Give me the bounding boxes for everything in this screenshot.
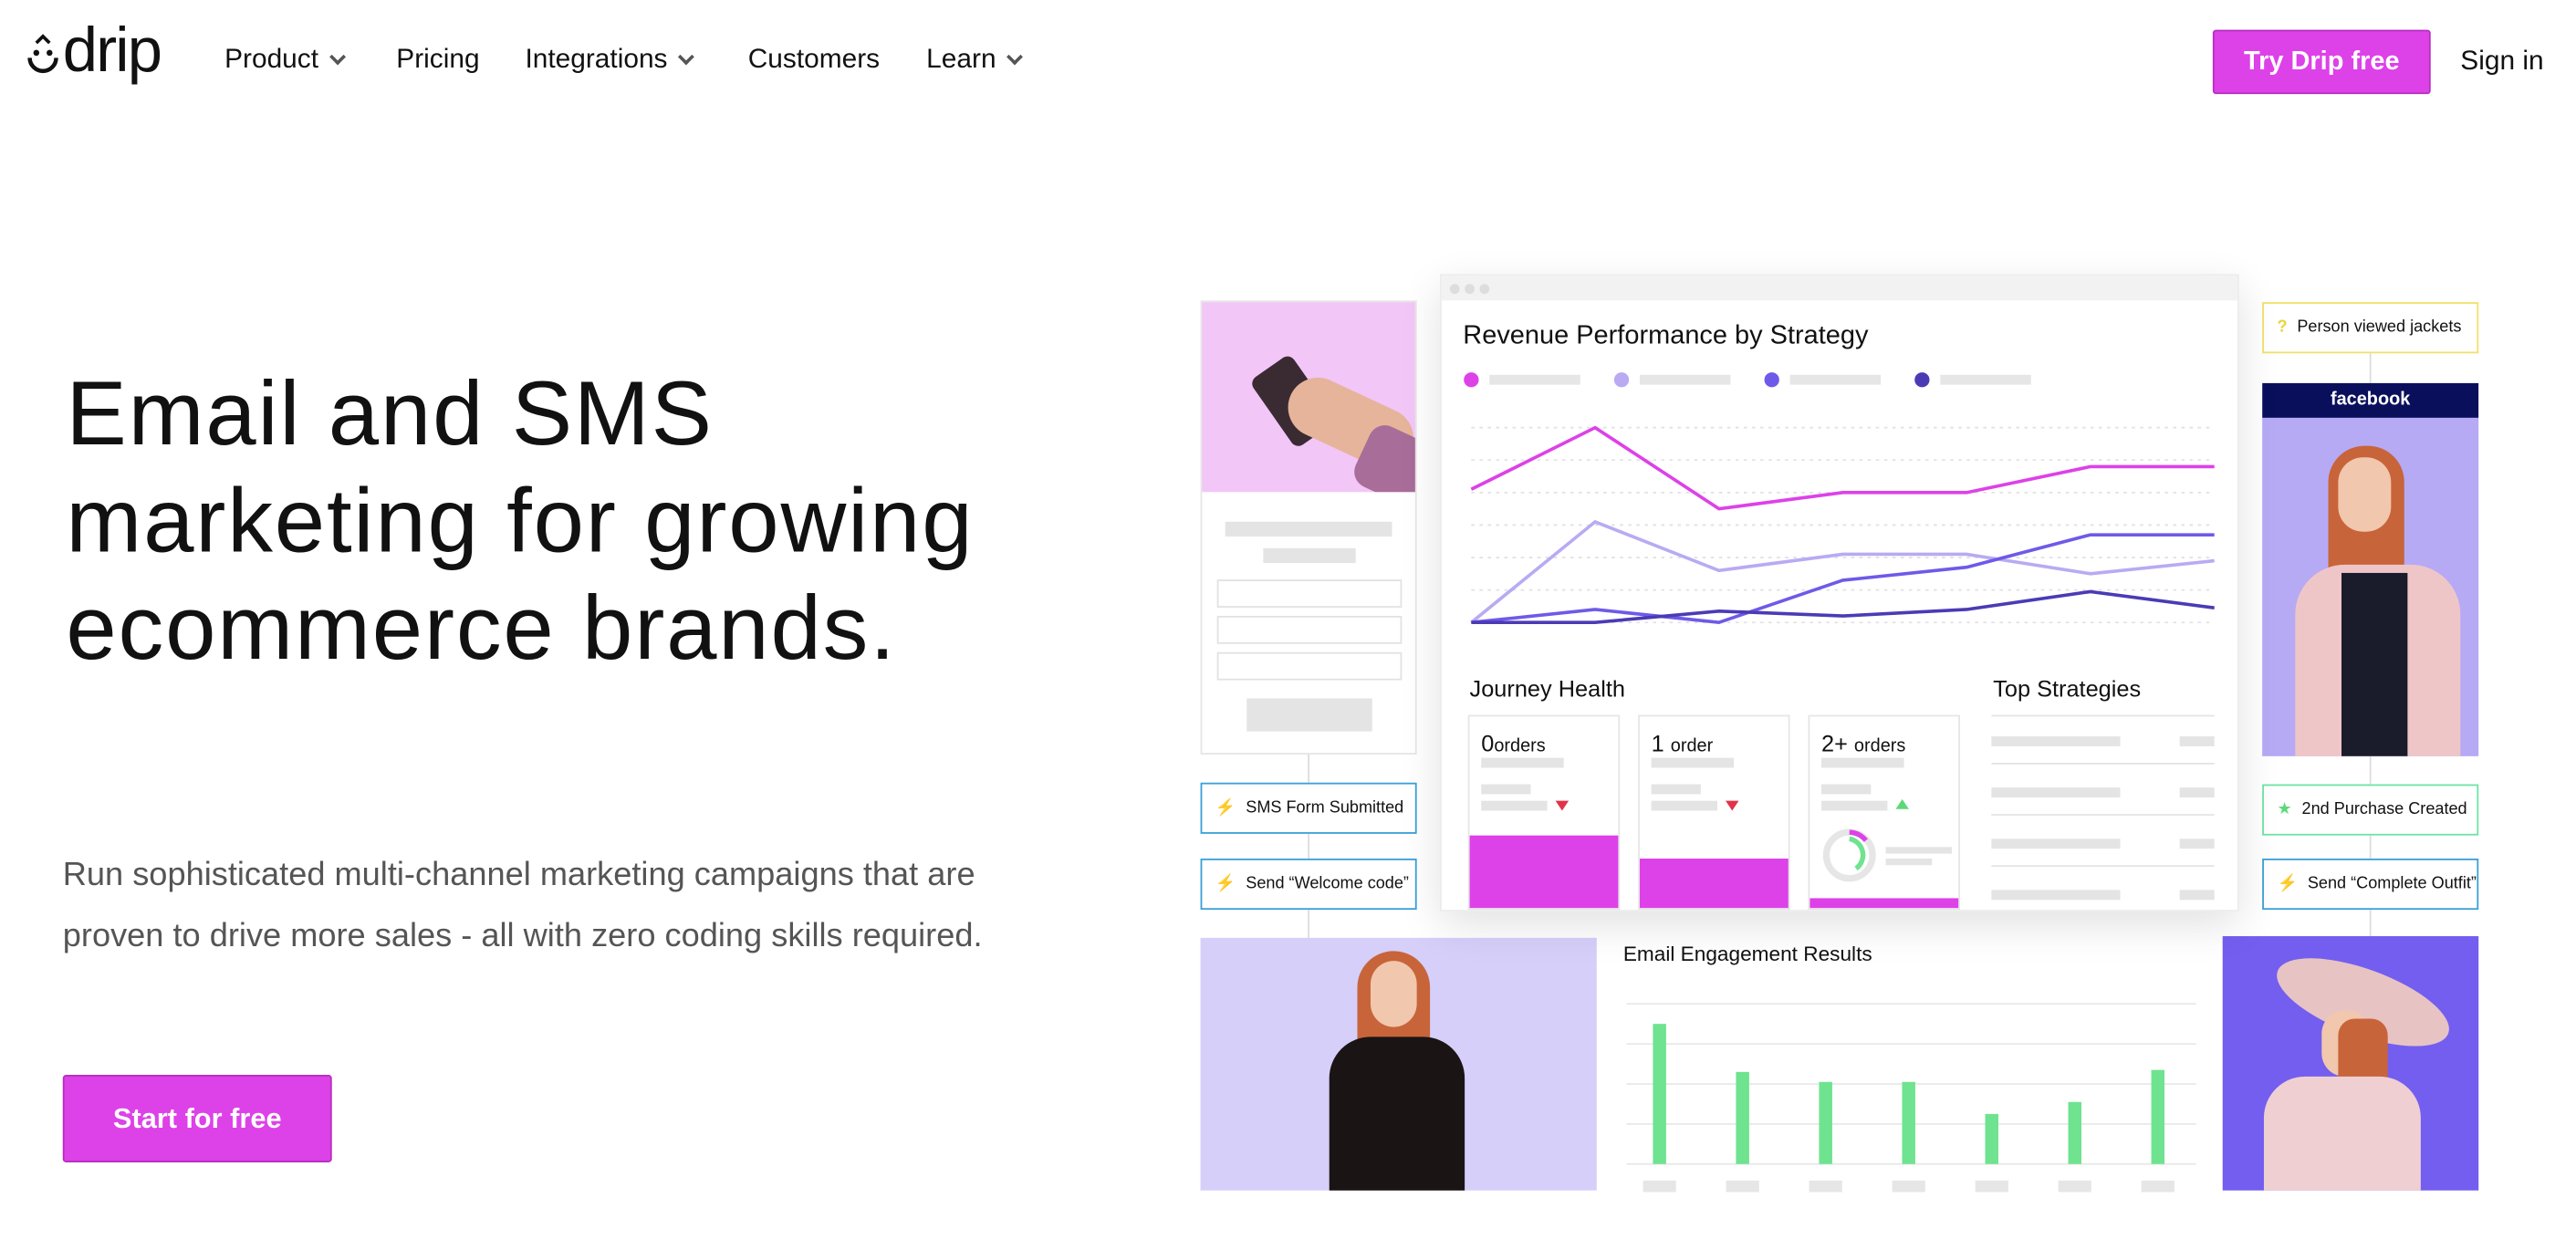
flow-tag-welcome: ⚡ Send “Welcome code”: [1200, 858, 1417, 911]
tag-label: SMS Form Submitted: [1246, 798, 1404, 818]
chevron-down-icon: [329, 48, 346, 66]
series-line: [1470, 425, 2215, 511]
hero-subtitle: Run sophisticated multi-channel marketin…: [62, 857, 983, 954]
x-tick-label-placeholder: [1975, 1180, 2008, 1193]
journey-card-2plus-orders: 2+ orders: [1808, 714, 1960, 911]
star-icon: ★: [2277, 800, 2292, 819]
revenue-line-chart: [1464, 372, 2215, 625]
series-line: [1471, 589, 2215, 625]
series-line: [1471, 533, 2215, 625]
logo[interactable]: drip: [26, 16, 162, 87]
bar: [1902, 1081, 1915, 1164]
email-engagement-card: Email Engagement Results: [1596, 927, 2225, 1193]
bar: [2151, 1069, 2165, 1164]
bar: [1653, 1024, 1666, 1164]
tag-label: 2nd Purchase Created: [2301, 800, 2467, 819]
journey-card-0-orders: 0orders: [1467, 714, 1621, 911]
tag-label: Send “Complete Outfit”: [2307, 875, 2477, 893]
lightning-icon: ⚡: [1215, 875, 1236, 893]
legend-label-placeholder: [1489, 374, 1580, 385]
lightning-icon: ⚡: [1215, 798, 1236, 818]
nav-label: Product: [224, 44, 319, 75]
form-field: [1216, 651, 1403, 681]
journey-count: 2+: [1820, 729, 1848, 756]
journey-count: 0: [1481, 729, 1495, 756]
bar: [1985, 1113, 1998, 1164]
x-tick-label-placeholder: [1892, 1180, 1925, 1193]
legend-dot: [1914, 372, 1930, 388]
lightning-icon: ⚡: [2277, 875, 2298, 893]
x-tick-label-placeholder: [1643, 1180, 1676, 1193]
woman-black-dress-photo: [1200, 937, 1597, 1191]
nav-pricing[interactable]: Pricing: [396, 45, 479, 76]
question-icon: ?: [2277, 318, 2288, 338]
nav-label: Pricing: [396, 44, 480, 75]
legend-label-placeholder: [1639, 374, 1731, 385]
hero-title: Email and SMS marketing for growing ecom…: [66, 361, 975, 679]
nav-product[interactable]: Product: [224, 44, 346, 76]
page: drip Product Pricing Integrations Custom…: [0, 0, 2576, 1250]
journey-fill: [1809, 898, 1959, 909]
legend-label-placeholder: [1940, 374, 2031, 385]
flow-tag-viewed: ? Person viewed jackets: [2262, 302, 2479, 354]
facebook-ad-card: facebook: [2262, 382, 2479, 756]
bar: [1736, 1071, 1749, 1164]
x-tick-label-placeholder: [2058, 1180, 2091, 1193]
journey-count: 1: [1651, 729, 1664, 756]
flow-tag-second-purchase: ★ 2nd Purchase Created: [2262, 784, 2479, 836]
logo-text: drip: [62, 16, 162, 87]
sms-signup-form-card: [1200, 300, 1417, 755]
journey-unit: order: [1670, 736, 1714, 756]
woman-hat-photo: [2222, 936, 2479, 1191]
start-for-free-button[interactable]: Start for free: [62, 1075, 332, 1162]
journey-card-1-order: 1 order: [1638, 714, 1790, 911]
journey-fill: [1469, 835, 1619, 909]
nav-customers[interactable]: Customers: [748, 45, 880, 76]
bar: [2068, 1101, 2082, 1164]
phone-hand-photo: [1202, 302, 1415, 493]
form-field: [1216, 579, 1403, 608]
journey-unit: orders: [1853, 736, 1906, 756]
legend-dot: [1613, 372, 1630, 388]
tag-label: Person viewed jackets: [2297, 318, 2462, 338]
x-tick-label-placeholder: [1809, 1180, 1842, 1193]
bar: [1819, 1081, 1832, 1164]
engagement-bar-chart: [1626, 1003, 2196, 1193]
flow-tag-sms-form: ⚡ SMS Form Submitted: [1200, 782, 1417, 834]
donut-chart-icon: [1822, 828, 1876, 882]
journey-health-title: Journey Health: [1469, 675, 1625, 703]
chevron-down-icon: [1006, 48, 1024, 66]
legend-label-placeholder: [1789, 374, 1882, 385]
flow-tag-outfit: ⚡ Send “Complete Outfit”: [2262, 858, 2479, 911]
journey-unit: orders: [1494, 736, 1546, 756]
flow-connector: [1308, 751, 1310, 942]
nav-label: Integrations: [525, 44, 668, 75]
nav-integrations[interactable]: Integrations: [525, 44, 695, 76]
tag-label: Send “Welcome code”: [1246, 875, 1409, 893]
x-tick-label-placeholder: [1726, 1180, 1759, 1193]
sign-in-link[interactable]: Sign in: [2460, 47, 2543, 78]
legend-dot: [1764, 372, 1779, 388]
drip-smile-icon: [27, 34, 58, 73]
sign-in-label: Sign in: [2460, 46, 2544, 77]
nav-learn[interactable]: Learn: [926, 44, 1024, 76]
facebook-label: facebook: [2262, 382, 2479, 418]
journey-fill: [1639, 858, 1789, 909]
nav-label: Learn: [926, 44, 996, 75]
x-tick-label-placeholder: [2141, 1180, 2174, 1193]
trend-up-icon: [1895, 798, 1909, 809]
series-line: [1470, 519, 2215, 624]
trend-down-icon: [1555, 800, 1570, 811]
nav-label: Customers: [747, 44, 881, 75]
legend-dot: [1464, 372, 1479, 388]
form-field: [1216, 615, 1403, 644]
try-drip-free-button[interactable]: Try Drip free: [2212, 29, 2431, 95]
trend-down-icon: [1726, 800, 1739, 811]
chevron-down-icon: [678, 48, 695, 66]
top-strategies-title: Top Strategies: [1993, 675, 2142, 703]
